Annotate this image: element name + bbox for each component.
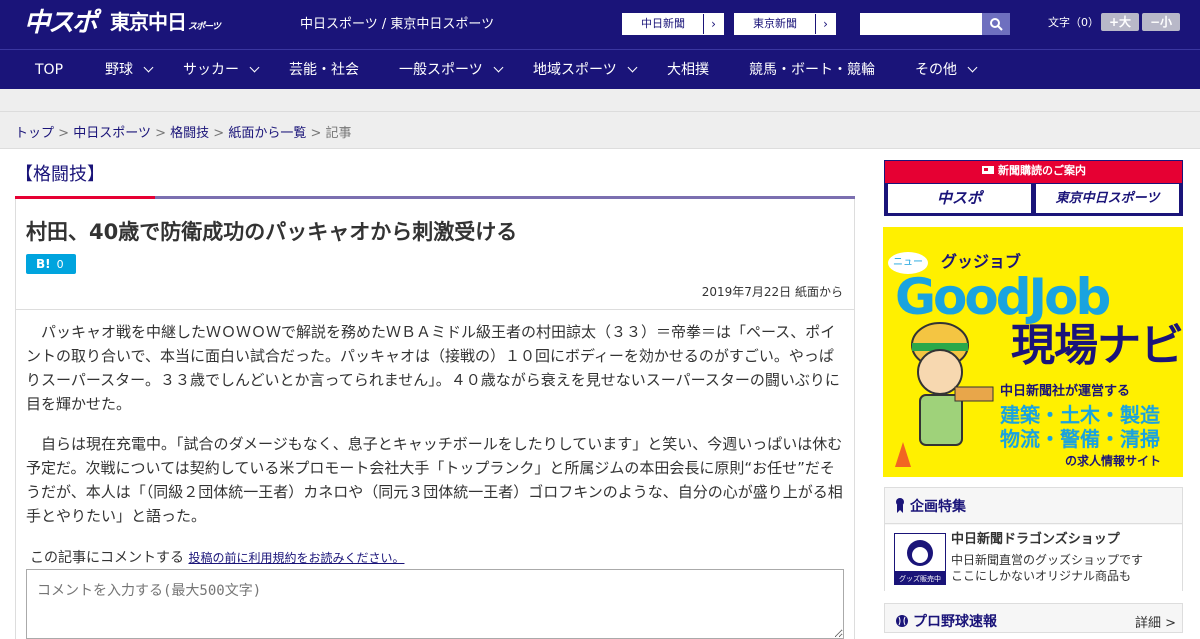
- chevron-down-icon: [493, 62, 504, 73]
- breadcrumb-separator: >: [213, 126, 225, 141]
- ad-subtitle: 現場ナビ: [1011, 320, 1183, 371]
- subscription-title: 新聞購読のご案内: [885, 161, 1182, 183]
- tokyo-logo-sub: スポーツ: [188, 22, 221, 32]
- link-label: 東京新聞: [735, 14, 815, 34]
- tokyo-shimbun-link[interactable]: 東京新聞 ›: [734, 13, 836, 35]
- dragons-shop-thumbnail: グッズ販売中: [894, 533, 946, 585]
- nav-item-general-sports[interactable]: 一般スポーツ: [399, 50, 504, 90]
- font-size-decrease-button[interactable]: −小: [1142, 13, 1180, 31]
- goodjob-ad-banner[interactable]: ニュー グッジョブ GoodJob 現場ナビ 中日新聞社が運営する 建築・土木・…: [883, 227, 1183, 477]
- comment-label-text: この記事にコメントする: [30, 550, 184, 566]
- breadcrumb-separator: >: [155, 126, 166, 141]
- ad-industries: 建築・土木・製造: [1000, 403, 1160, 427]
- feature-desc-line: 中日新聞直営のグッズショップです: [951, 553, 1144, 567]
- breadcrumb-current: 記事: [325, 126, 352, 141]
- pro-baseball-title: プロ野球速報: [913, 614, 997, 630]
- feature-box: 企画特集 グッズ販売中 中日新聞ドラゴンズショップ 中日新聞直営のグッズショップ…: [884, 487, 1183, 591]
- construction-worker-icon: [895, 322, 994, 467]
- nav-label: 地域スポーツ: [533, 62, 617, 78]
- article-paragraph: パッキャオ戦を中継したＷＯＷＯＷで解説を務めたＷＢＡミドル級王者の村田諒太（３３…: [26, 323, 840, 413]
- dragons-mascot-icon: グッズ販売中: [895, 540, 945, 584]
- baseball-icon: [896, 615, 908, 627]
- tokyo-chunichi-logo[interactable]: 東京中日 スポーツ: [110, 10, 221, 39]
- chevron-down-icon: [249, 62, 260, 73]
- article-headline: 村田、40歳で防衛成功のパッキャオから刺激受ける: [26, 220, 518, 244]
- chevron-right-icon: ›: [703, 14, 723, 34]
- ad-industries: 物流・警備・清掃: [1000, 427, 1160, 451]
- breadcrumb-chunichi-sports[interactable]: 中日スポーツ: [73, 126, 151, 141]
- main-nav: TOP 野球 サッカー 芸能・社会 一般スポーツ 地域スポーツ 大相撲 競馬・ボ…: [0, 49, 1200, 89]
- feature-item-title: 中日新聞ドラゴンズショップ: [951, 532, 1120, 547]
- subscribe-chusupo-button[interactable]: 中スポ: [888, 184, 1031, 213]
- article-paragraph: 自らは現在充電中。「試合のダメージもなく、息子とキャッチボールをしたりしています…: [26, 435, 843, 525]
- hatena-icon: B!: [36, 257, 51, 271]
- divider: [0, 111, 1200, 112]
- nav-item-others[interactable]: その他: [915, 50, 978, 90]
- breadcrumb-from-paper-list[interactable]: 紙面から一覧: [228, 126, 306, 141]
- breadcrumb-separator: >: [310, 126, 322, 141]
- nav-item-baseball[interactable]: 野球: [105, 50, 154, 90]
- link-label: 中日新聞: [623, 14, 703, 34]
- breadcrumb-martial-arts[interactable]: 格闘技: [170, 126, 209, 141]
- subscribe-tokyo-chunichi-button[interactable]: 東京中日スポーツ: [1036, 184, 1179, 213]
- ribbon-icon: [896, 498, 904, 513]
- search-icon: [990, 18, 1003, 31]
- nav-label: 芸能・社会: [289, 62, 359, 78]
- ad-operator: 中日新聞社が運営する: [1000, 384, 1131, 399]
- nav-label: その他: [915, 62, 957, 78]
- pro-baseball-box: プロ野球速報 詳細 >: [884, 603, 1183, 633]
- ad-site-caption: の求人情報サイト: [1065, 454, 1162, 468]
- breadcrumb-top[interactable]: トップ: [15, 126, 54, 141]
- nav-item-sumo[interactable]: 大相撲: [667, 50, 709, 90]
- nav-label: 競馬・ボート・競輪: [749, 62, 875, 78]
- terms-link[interactable]: 投稿の前に利用規約をお読みください。: [188, 551, 404, 565]
- nav-item-top[interactable]: TOP: [35, 50, 63, 90]
- feature-item-desc: 中日新聞直営のグッズショップです ここにしかないオリジナル商品も: [951, 552, 1143, 584]
- chevron-down-icon: [627, 62, 638, 73]
- font-size-label: 文字（0）: [1048, 16, 1099, 29]
- hatena-bookmark-button[interactable]: B! 0: [26, 254, 76, 274]
- nav-label: 一般スポーツ: [399, 62, 483, 78]
- hatena-count: 0: [56, 258, 64, 271]
- chunichi-shimbun-link[interactable]: 中日新聞 ›: [622, 13, 724, 35]
- search-input[interactable]: [860, 13, 982, 35]
- feature-header: 企画特集: [885, 488, 1182, 524]
- feature-desc-line: ここにしかないオリジナル商品も: [951, 569, 1132, 583]
- feature-title: 企画特集: [910, 499, 966, 515]
- chevron-right-icon: ›: [815, 14, 835, 34]
- nav-label: 大相撲: [667, 62, 709, 78]
- thumb-label: グッズ販売中: [899, 574, 941, 583]
- font-size-increase-button[interactable]: +大: [1101, 13, 1139, 31]
- breadcrumb: トップ > 中日スポーツ > 格闘技 > 紙面から一覧 > 記事: [15, 122, 352, 141]
- article-date: 2019年7月22日 紙面から: [701, 285, 843, 299]
- nav-item-regional-sports[interactable]: 地域スポーツ: [533, 50, 638, 90]
- divider: [15, 309, 855, 310]
- nav-item-racing[interactable]: 競馬・ボート・競輪: [749, 50, 875, 90]
- nav-label: 野球: [105, 62, 133, 78]
- site-header: 中スポ 東京中日 スポーツ 中日スポーツ / 東京中日スポーツ 中日新聞 › 東京新…: [0, 0, 1200, 49]
- chevron-down-icon: [143, 62, 154, 73]
- breadcrumb-separator: >: [58, 126, 70, 141]
- nav-item-entertainment[interactable]: 芸能・社会: [289, 50, 359, 90]
- subscription-box: 新聞購読のご案内 中スポ 東京中日スポーツ: [884, 160, 1183, 216]
- tokyo-logo-text: 東京中日: [110, 10, 187, 34]
- chevron-down-icon: [967, 62, 978, 73]
- chusupo-logo[interactable]: 中スポ: [24, 8, 98, 38]
- search-button[interactable]: [982, 13, 1010, 35]
- nav-label: TOP: [35, 62, 64, 78]
- newspaper-icon: [982, 166, 994, 174]
- nav-label: サッカー: [183, 62, 239, 78]
- pro-baseball-detail-link[interactable]: 詳細 >: [1135, 612, 1176, 631]
- pro-baseball-header: プロ野球速報: [895, 612, 997, 632]
- feature-item[interactable]: グッズ販売中 中日新聞ドラゴンズショップ 中日新聞直営のグッズショップです ここに…: [885, 525, 1182, 591]
- site-names: 中日スポーツ / 東京中日スポーツ: [300, 17, 495, 32]
- nav-item-soccer[interactable]: サッカー: [183, 50, 260, 90]
- comment-input[interactable]: [26, 569, 844, 639]
- comment-label: この記事にコメントする 投稿の前に利用規約をお読みください。: [30, 547, 404, 567]
- subscription-title-text: 新聞購読のご案内: [998, 164, 1086, 177]
- category-title: 【格闘技】: [15, 164, 105, 185]
